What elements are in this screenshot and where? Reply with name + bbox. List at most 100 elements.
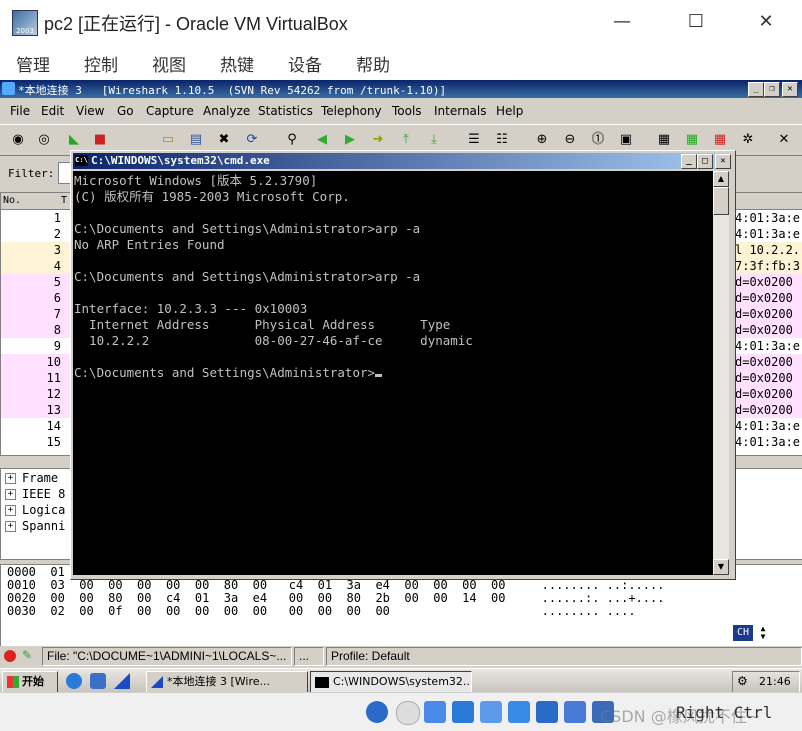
zoom-normal-icon[interactable]: ⓵ xyxy=(590,132,606,148)
coloring-rules-icon[interactable]: ▦ xyxy=(712,132,728,148)
packet-number: 5 xyxy=(53,275,61,289)
ws-menu-telephony[interactable]: Telephony xyxy=(321,104,382,118)
ime-menu-icon[interactable]: ▲ ▼ xyxy=(757,625,769,641)
ime-indicator[interactable]: CH xyxy=(733,625,753,641)
capture-comment-icon[interactable]: ✎ xyxy=(22,648,36,662)
vbox-menu-view[interactable]: 视图 xyxy=(152,51,186,76)
vbox-hdd-icon[interactable] xyxy=(366,701,388,723)
close-button[interactable]: ✕ xyxy=(746,8,786,36)
maximize-button[interactable]: ☐ xyxy=(676,8,716,36)
cmd-window[interactable]: C:\ C:\WINDOWS\system32\cmd.exe _ □ ✕ Mi… xyxy=(70,150,736,580)
vbox-optical-icon[interactable] xyxy=(396,701,420,725)
vbox-usb-icon[interactable] xyxy=(480,701,502,723)
ie-icon[interactable] xyxy=(66,673,82,689)
col-no-header[interactable]: No. xyxy=(3,195,21,206)
start-capture-icon[interactable]: ◣ xyxy=(66,132,82,148)
go-to-icon[interactable]: ➜ xyxy=(370,132,386,148)
go-forward-icon[interactable]: ▶ xyxy=(342,132,358,148)
col-time-header[interactable]: T xyxy=(61,195,67,206)
expand-icon[interactable]: + xyxy=(5,521,16,532)
ws-menu-capture[interactable]: Capture xyxy=(146,104,194,118)
packet-info: 4:01:3a:e xyxy=(735,435,801,449)
packet-number: 8 xyxy=(53,323,61,337)
vbox-recording-icon[interactable] xyxy=(564,701,586,723)
start-button[interactable]: 开始 xyxy=(2,671,58,692)
packet-info: d=0x0200 xyxy=(735,371,793,385)
stop-capture-icon[interactable]: ■ xyxy=(92,132,108,148)
cmd-scrollbar[interactable]: ▲ ▼ xyxy=(713,171,729,575)
cmd-minimize-button[interactable]: _ xyxy=(681,154,697,169)
vbox-menu-manage[interactable]: 管理 xyxy=(16,51,50,76)
taskbar-cmd[interactable]: C:\WINDOWS\system32... xyxy=(310,671,472,692)
vbox-menu-help[interactable]: 帮助 xyxy=(356,51,390,76)
cmd-console[interactable]: Microsoft Windows [版本 5.2.3790] (C) 版权所有… xyxy=(73,171,713,575)
ws-menu-view[interactable]: View xyxy=(76,104,104,118)
desktop-icon[interactable] xyxy=(90,673,106,689)
vbox-statusbar: CSDN @橡风扰不住~ Right Ctrl xyxy=(0,692,802,731)
go-last-icon[interactable]: ⤓ xyxy=(426,132,442,148)
taskbar-wireshark[interactable]: *本地连接 3 [Wire... xyxy=(146,671,308,692)
ws-menu-file[interactable]: File xyxy=(10,104,30,118)
interfaces-icon[interactable]: ◉ xyxy=(10,132,26,148)
scroll-thumb[interactable] xyxy=(713,187,729,215)
ws-menu-statistics[interactable]: Statistics xyxy=(258,104,313,118)
resize-columns-icon[interactable]: ▣ xyxy=(618,132,634,148)
display-filters-icon[interactable]: ▦ xyxy=(684,132,700,148)
go-first-icon[interactable]: ⤒ xyxy=(398,132,414,148)
preferences-icon[interactable]: ✲ xyxy=(740,132,756,148)
expert-info-icon[interactable] xyxy=(4,650,16,662)
status-profile[interactable]: Profile: Default xyxy=(326,647,802,666)
ws-minimize-button[interactable]: _ xyxy=(748,82,764,97)
find-icon[interactable]: ⚲ xyxy=(284,132,300,148)
colorize-icon[interactable]: ☰ xyxy=(466,132,482,148)
bytes-row: 0010 03 00 00 00 00 00 80 00 c4 01 3a e4… xyxy=(7,578,665,592)
ws-restore-button[interactable]: ❐ xyxy=(764,82,780,97)
ws-menu-help[interactable]: Help xyxy=(496,104,523,118)
vbox-network-icon[interactable] xyxy=(452,701,474,723)
capture-filters-icon[interactable]: ▦ xyxy=(656,132,672,148)
detail-row-llc[interactable]: + Logica xyxy=(5,503,65,519)
minimize-button[interactable]: — xyxy=(602,8,642,36)
scroll-up-icon[interactable]: ▲ xyxy=(713,171,729,187)
vbox-app-icon: 2003 xyxy=(12,10,38,36)
ws-menu-edit[interactable]: Edit xyxy=(41,104,64,118)
detail-row-frame[interactable]: + Frame xyxy=(5,471,58,487)
reload-icon[interactable]: ⟳ xyxy=(244,132,260,148)
ws-menu-go[interactable]: Go xyxy=(117,104,134,118)
packet-number: 6 xyxy=(53,291,61,305)
vbox-shared-folder-icon[interactable] xyxy=(508,701,530,723)
autoscroll-icon[interactable]: ☷ xyxy=(494,132,510,148)
cmd-title-bar[interactable]: C:\ C:\WINDOWS\system32\cmd.exe _ □ ✕ xyxy=(73,153,731,169)
ws-close-button[interactable]: ✕ xyxy=(782,82,798,97)
zoom-in-icon[interactable]: ⊕ xyxy=(534,132,550,148)
cmd-close-button[interactable]: ✕ xyxy=(715,154,731,169)
wireshark-quick-icon[interactable] xyxy=(114,673,130,689)
guest-screen: *本地连接 3 [Wireshark 1.10.5 (SVN Rev 54262… xyxy=(0,80,802,692)
packet-number: 10 xyxy=(46,355,61,369)
vbox-audio-icon[interactable] xyxy=(424,701,446,723)
close-file-icon[interactable]: ✖ xyxy=(216,132,232,148)
go-back-icon[interactable]: ◀ xyxy=(314,132,330,148)
tray-network-icon[interactable]: ⚙ xyxy=(737,674,748,688)
expand-icon[interactable]: + xyxy=(5,489,16,500)
vbox-menu-hotkey[interactable]: 热键 xyxy=(220,51,254,76)
expand-icon[interactable]: + xyxy=(5,505,16,516)
zoom-out-icon[interactable]: ⊖ xyxy=(562,132,578,148)
save-file-icon[interactable]: ▤ xyxy=(188,132,204,148)
expand-icon[interactable]: + xyxy=(5,473,16,484)
vbox-menu-control[interactable]: 控制 xyxy=(84,51,118,76)
detail-row-ieee[interactable]: + IEEE 8 xyxy=(5,487,65,503)
packet-number: 15 xyxy=(46,435,61,449)
scroll-down-icon[interactable]: ▼ xyxy=(713,559,729,575)
shark-fin-icon xyxy=(151,676,163,688)
ws-menu-tools[interactable]: Tools xyxy=(392,104,422,118)
cmd-maximize-button[interactable]: □ xyxy=(697,154,713,169)
vbox-menu-devices[interactable]: 设备 xyxy=(288,51,322,76)
help-icon[interactable]: ✕ xyxy=(776,132,792,148)
ws-menu-internals[interactable]: Internals xyxy=(434,104,487,118)
detail-row-stp[interactable]: + Spanni xyxy=(5,519,65,535)
open-file-icon[interactable]: ▭ xyxy=(160,132,176,148)
vbox-display-icon[interactable] xyxy=(536,701,558,723)
ws-menu-analyze[interactable]: Analyze xyxy=(203,104,250,118)
options-icon[interactable]: ◎ xyxy=(36,132,52,148)
